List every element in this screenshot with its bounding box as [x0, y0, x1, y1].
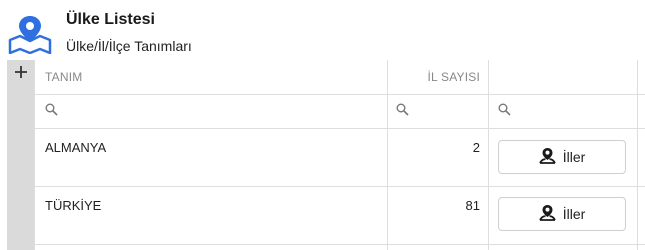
- plus-icon: [14, 65, 28, 84]
- table-cell-tanim: TÜRKİYE: [45, 198, 102, 213]
- filter-input-action[interactable]: [489, 95, 637, 128]
- page-subtitle: Ülke/İl/İlçe Tanımları: [66, 38, 192, 54]
- iller-button-label: İller: [562, 206, 586, 222]
- filter-input-il-sayisi[interactable]: [388, 95, 488, 128]
- country-grid: TANIM İL SAYISI ALMANYA 2 İller TÜRKİYE …: [0, 60, 645, 250]
- grid-divider: [637, 60, 638, 250]
- page-title: Ülke Listesi: [66, 11, 155, 28]
- grid-divider: [34, 244, 645, 245]
- column-header-action: [489, 60, 637, 94]
- map-pin-icon: [6, 14, 54, 55]
- iller-button[interactable]: İller: [498, 140, 626, 174]
- iller-button[interactable]: İller: [498, 197, 626, 231]
- table-cell-il-sayisi: 2: [472, 140, 480, 155]
- add-button[interactable]: [7, 60, 34, 88]
- column-header-il-sayisi[interactable]: İL SAYISI: [388, 60, 480, 94]
- map-marker-person-icon: [538, 147, 556, 167]
- column-header-tanim[interactable]: TANIM: [45, 60, 375, 94]
- grid-divider: [34, 186, 645, 187]
- filter-input-tanim[interactable]: [35, 95, 387, 128]
- iller-button-label: İller: [562, 149, 586, 165]
- grid-gutter: [7, 60, 34, 250]
- search-icon: [396, 103, 409, 121]
- table-cell-il-sayisi: 81: [465, 198, 480, 213]
- map-marker-person-icon: [538, 204, 556, 224]
- table-cell-tanim: ALMANYA: [45, 140, 107, 155]
- search-icon: [45, 103, 58, 121]
- grid-divider: [34, 60, 35, 250]
- search-icon: [498, 103, 511, 121]
- grid-divider: [34, 128, 645, 129]
- page-header: Ülke Listesi Ülke/İl/İlçe Tanımları: [0, 0, 645, 60]
